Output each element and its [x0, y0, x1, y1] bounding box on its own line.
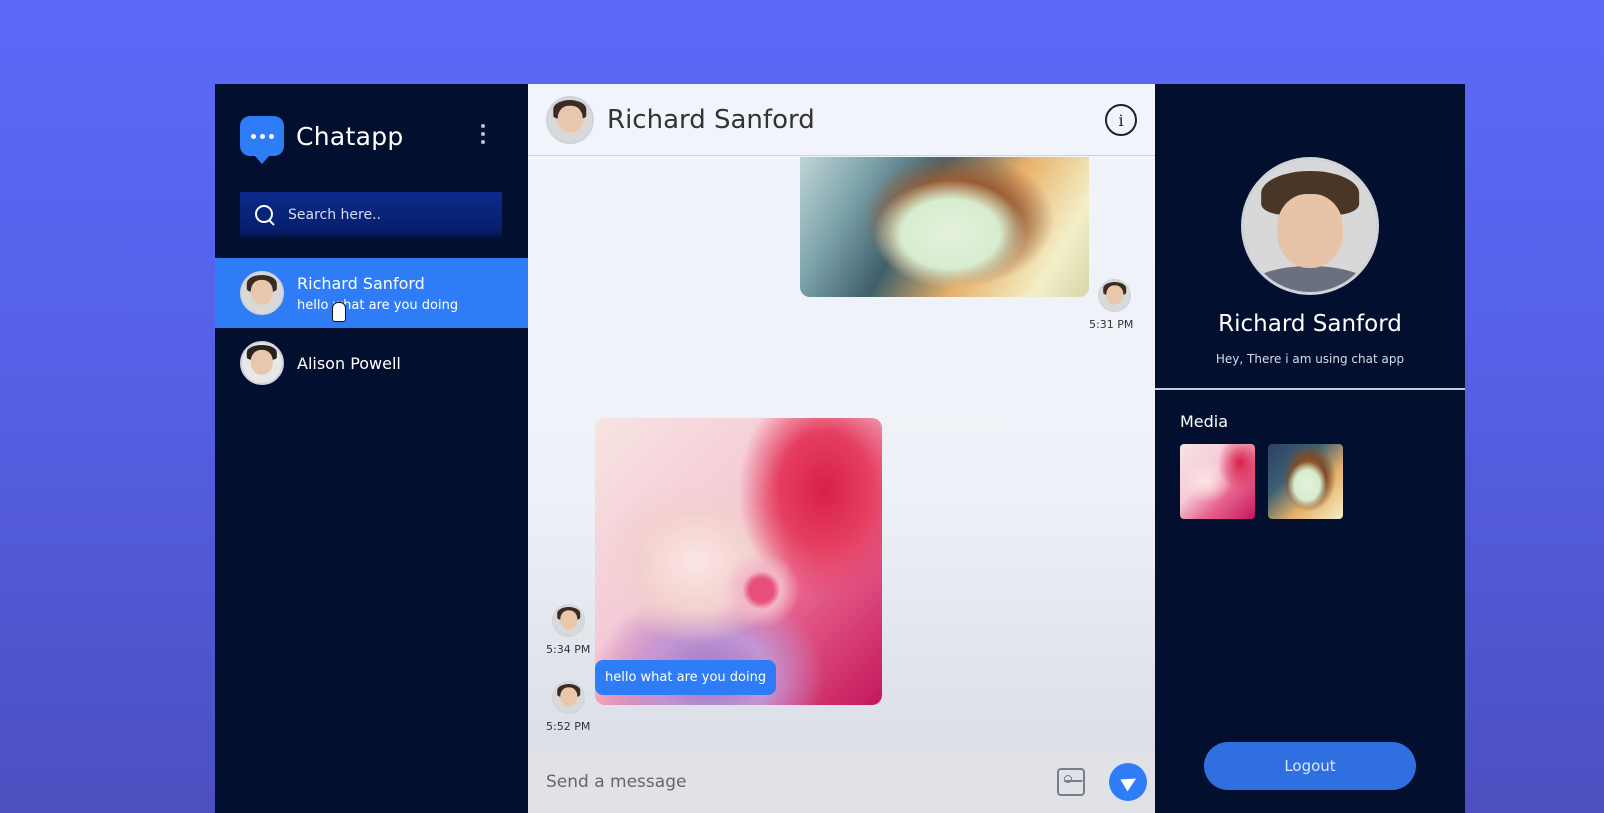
profile-avatar	[1241, 157, 1379, 295]
message-avatar	[1098, 279, 1131, 312]
media-thumbnail[interactable]	[1180, 444, 1255, 519]
contact-last-message: hello what are you doing	[297, 297, 459, 313]
contact-name: Richard Sanford	[297, 273, 425, 293]
sent-image-message[interactable]	[800, 157, 1089, 297]
message-avatar	[552, 681, 585, 714]
send-icon	[1119, 772, 1140, 792]
profile-panel: Richard Sanford Hey, There i am using ch…	[1155, 84, 1465, 813]
media-thumbnail[interactable]	[1268, 444, 1343, 519]
message-time: 5:34 PM	[546, 643, 591, 656]
kebab-menu-icon[interactable]	[481, 124, 485, 144]
brand: Chatapp	[240, 116, 404, 164]
message-time: 5:31 PM	[1089, 318, 1134, 331]
sidebar: Chatapp Richard Sanford hello what are y…	[215, 84, 528, 813]
search-input[interactable]	[288, 206, 488, 223]
app-name: Chatapp	[296, 121, 404, 151]
message-input[interactable]	[546, 772, 1026, 792]
contact-item-richard-sanford[interactable]: Richard Sanford hello what are you doing	[215, 258, 528, 328]
profile-status: Hey, There i am using chat app	[1215, 352, 1405, 366]
message-avatar	[552, 604, 585, 637]
avatar	[240, 271, 284, 315]
divider	[1155, 388, 1465, 390]
profile-name: Richard Sanford	[1218, 311, 1402, 337]
avatar	[546, 95, 594, 144]
chat-title: Richard Sanford	[607, 104, 815, 135]
message-composer	[528, 751, 1155, 813]
contact-name: Alison Powell	[297, 353, 401, 373]
contact-item-alison-powell[interactable]: Alison Powell	[215, 328, 528, 398]
chat-app-window: Chatapp Richard Sanford hello what are y…	[215, 84, 1465, 813]
chat-header: Richard Sanford i	[528, 84, 1155, 156]
chat-bubble-logo-icon	[240, 116, 284, 164]
message-bubble[interactable]: hello what are you doing	[595, 660, 777, 695]
image-attach-icon[interactable]	[1057, 768, 1085, 796]
send-button[interactable]	[1109, 763, 1147, 801]
message-time: 5:52 PM	[546, 720, 591, 733]
info-icon[interactable]: i	[1105, 104, 1137, 136]
avatar	[240, 341, 284, 385]
search-bar	[240, 192, 502, 237]
chat-panel: Richard Sanford i 5:31 PM 5:34 PM hello …	[528, 84, 1155, 813]
search-icon	[254, 204, 276, 226]
logout-button[interactable]: Logout	[1204, 742, 1416, 790]
media-title: Media	[1180, 412, 1229, 431]
hand-cursor-icon	[332, 302, 346, 322]
